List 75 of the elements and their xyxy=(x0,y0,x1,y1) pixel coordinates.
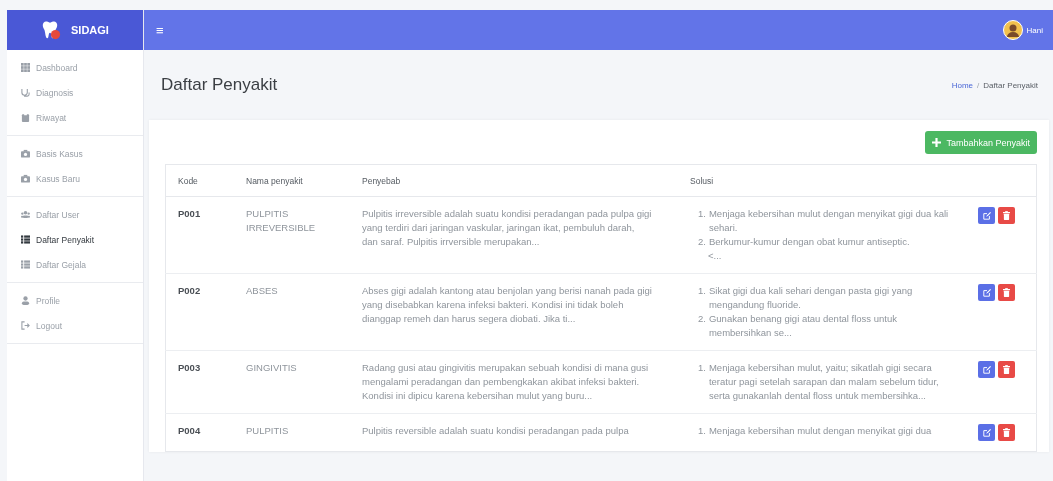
edit-button[interactable] xyxy=(978,361,995,378)
list-number: 1. xyxy=(698,207,706,221)
list-number: 2. xyxy=(698,312,706,326)
sidebar-item[interactable]: Daftar User xyxy=(7,202,143,227)
user-icon xyxy=(21,296,30,305)
column-header: Solusi xyxy=(678,164,966,197)
grid-icon xyxy=(21,63,30,72)
solution-text: Menjaga kebersihan mulut dengan menyikat gigi dua kali sehari. xyxy=(708,207,950,235)
sidebar-item[interactable]: Daftar Penyakit xyxy=(7,227,143,252)
avatar-icon xyxy=(1002,20,1023,40)
page-title: Daftar Penyakit xyxy=(161,75,278,95)
trash-icon xyxy=(1003,288,1010,297)
solution-text: Menjaga kebersihan mulut, yaitu; sikatlah gigi secara teratur pagi setelah sarapan dan malam sebelum tidur, serta gunakanlah dental floss untuk membersihka... xyxy=(708,361,940,403)
list-number: 1. xyxy=(698,284,706,298)
add-disease-button[interactable]: Tambahkan Penyakit xyxy=(925,131,1037,154)
list-icon xyxy=(21,260,30,269)
breadcrumb-current: Daftar Penyakit xyxy=(983,80,1038,90)
table-cell-text: GINGIVITIS xyxy=(246,361,298,375)
camera-icon xyxy=(21,149,30,158)
solution-text: Berkumur-kumur dengan obat kumur antiseptic. xyxy=(708,235,910,249)
table-cell-text: PULPITIS IRREVERSIBLE xyxy=(246,207,317,235)
sidebar-item[interactable]: Profile xyxy=(7,288,143,313)
list-number: 1. xyxy=(698,424,706,438)
plus-icon xyxy=(932,138,942,147)
list-number: 1. xyxy=(698,361,706,375)
sidebar-item[interactable]: Daftar Gejala xyxy=(7,252,143,277)
users-icon xyxy=(21,210,30,219)
table-cell: P002 xyxy=(178,285,201,296)
table-cell-text: Pulpitis irreversible adalah suatu kondisi peradangan pada pulpa gigi yang terdiri dari jaringan vaskular, jaringan ikat, pembuluh darah, dan saraf. Pulpitis irrversible merupakan... xyxy=(362,207,653,249)
trash-icon xyxy=(1003,428,1010,437)
table-cell-text: ABSES xyxy=(246,284,279,298)
table-cell-text: PULPITIS xyxy=(246,424,290,438)
column-header: Kode xyxy=(165,164,234,197)
trash-icon xyxy=(1003,365,1010,374)
solution-text: Gunakan benang gigi atau dental floss untuk membersihkan se... xyxy=(708,312,898,340)
sidebar-item[interactable]: Diagnosis xyxy=(7,80,143,105)
edit-button[interactable] xyxy=(978,207,995,224)
table-cell-text: Abses gigi adalah kantong atau benjolan yang berisi nanah pada gigi yang disebabkan karena infeksi bakteri. Kondisi ini tidak boleh dianggap remeh dan harus segera diobati. Jika ti... xyxy=(362,284,653,326)
edit-button[interactable] xyxy=(978,424,995,441)
list-icon xyxy=(21,235,30,244)
delete-button[interactable] xyxy=(998,361,1015,378)
camera-icon xyxy=(21,174,30,183)
breadcrumb-separator: / xyxy=(977,80,980,90)
table-cell-text: Radang gusi atau gingivitis merupakan sebuah kondisi di mana gusi mengalami peradangan dan pembengkakan akibat infeksi bakteri. Kondisi ini dipicu karena kebersihan mulut yang buru... xyxy=(362,361,650,403)
logout-icon xyxy=(21,321,30,330)
brand-name: SIDAGI xyxy=(71,24,109,36)
delete-button[interactable] xyxy=(998,424,1015,441)
table-cell: P003 xyxy=(178,362,201,373)
sidebar-item[interactable]: Riwayat xyxy=(7,105,143,130)
column-header: Penyebab xyxy=(350,164,678,197)
clipboard-icon xyxy=(21,113,30,122)
menu-button[interactable]: ≡ xyxy=(156,22,164,38)
edit-icon xyxy=(982,365,991,374)
edit-icon xyxy=(982,288,991,297)
table-cell: P001 xyxy=(178,208,201,219)
breadcrumb-link[interactable]: Home xyxy=(951,80,974,90)
sidebar-item[interactable]: Dashboard xyxy=(7,55,143,80)
stethoscope-icon xyxy=(21,88,30,97)
solution-text: <... xyxy=(708,250,722,261)
edit-icon xyxy=(982,428,991,437)
edit-icon xyxy=(982,211,991,220)
list-number: 2. xyxy=(698,235,706,249)
column-header: Nama penyakit xyxy=(234,164,350,197)
delete-button[interactable] xyxy=(998,207,1015,224)
delete-button[interactable] xyxy=(998,284,1015,301)
table-cell: P004 xyxy=(178,425,201,436)
sidebar-item[interactable]: Logout xyxy=(7,313,143,338)
sidebar-item[interactable]: Basis Kasus xyxy=(7,141,143,166)
user-name[interactable]: Hani xyxy=(1026,25,1043,35)
sidebar-item[interactable]: Kasus Baru xyxy=(7,166,143,191)
edit-button[interactable] xyxy=(978,284,995,301)
solution-text: Sikat gigi dua kali sehari dengan pasta gigi yang mengandung fluoride. xyxy=(708,284,914,312)
solution-text: Menjaga kebersihan mulut dengan menyikat gigi dua xyxy=(708,424,932,438)
trash-icon xyxy=(1003,211,1010,220)
table-cell-text: Pulpitis reversible adalah suatu kondisi peradangan pada pulpa xyxy=(362,424,630,438)
